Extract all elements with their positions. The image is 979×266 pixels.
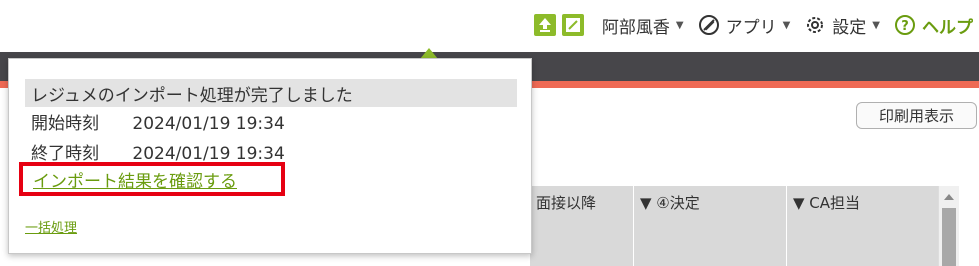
svg-text:?: ? (901, 19, 909, 34)
help-label: ヘルプ (922, 17, 973, 38)
user-name: 阿部風香 (601, 17, 670, 38)
scroll-thumb[interactable] (942, 208, 956, 266)
end-time-label: 終了時刻 (31, 144, 99, 164)
start-time-row: 開始時刻 2024/01/19 19:34 (31, 109, 285, 134)
apps-menu[interactable]: アプリ ▼ (698, 13, 791, 38)
end-time-row: 終了時刻 2024/01/19 19:34 (31, 139, 285, 164)
chevron-down-icon: ▼ (782, 19, 791, 31)
column-header-interview[interactable]: 面接以降 (530, 186, 634, 266)
apps-label: アプリ (725, 17, 777, 38)
print-view-button[interactable]: 印刷用表示 (856, 102, 977, 129)
column-header-ca[interactable]: ▼ CA担当 (787, 186, 938, 266)
settings-menu[interactable]: 設定 ▼ (804, 13, 880, 38)
vertical-scrollbar[interactable] (938, 186, 959, 266)
upload-button[interactable] (533, 14, 556, 36)
edit-icon (565, 18, 580, 32)
upload-icon (538, 18, 551, 32)
settings-label: 設定 (832, 17, 867, 38)
start-time-label: 開始時刻 (31, 114, 99, 134)
table-header: 面接以降 ▼ ④決定 ▼ CA担当 (530, 186, 938, 266)
apps-icon (698, 15, 719, 35)
help-link[interactable]: ? ヘルプ (894, 13, 973, 38)
user-menu[interactable]: 阿部風香 ▼ (602, 13, 684, 38)
top-header: 阿部風香 ▼ アプリ ▼ 設定 ▼ ? ヘルプ (0, 0, 979, 52)
chevron-down-icon: ▼ (872, 19, 880, 31)
help-icon: ? (895, 15, 915, 35)
import-complete-popup: レジュメのインポート処理が完了しました 開始時刻 2024/01/19 19:3… (8, 58, 532, 254)
start-time-value: 2024/01/19 19:34 (132, 114, 285, 134)
header-nav: 阿部風香 ▼ アプリ ▼ 設定 ▼ ? ヘルプ (533, 10, 973, 40)
chevron-down-icon: ▼ (675, 19, 684, 31)
column-header-decision[interactable]: ▼ ④決定 (634, 186, 787, 266)
scroll-up-icon[interactable] (944, 194, 954, 200)
edit-button[interactable] (561, 14, 584, 36)
highlight-box (19, 162, 285, 196)
gear-icon (807, 17, 824, 33)
end-time-value: 2024/01/19 19:34 (132, 144, 285, 164)
popup-message: レジュメのインポート処理が完了しました (25, 79, 517, 107)
batch-process-link[interactable]: 一括処理 (25, 217, 77, 236)
